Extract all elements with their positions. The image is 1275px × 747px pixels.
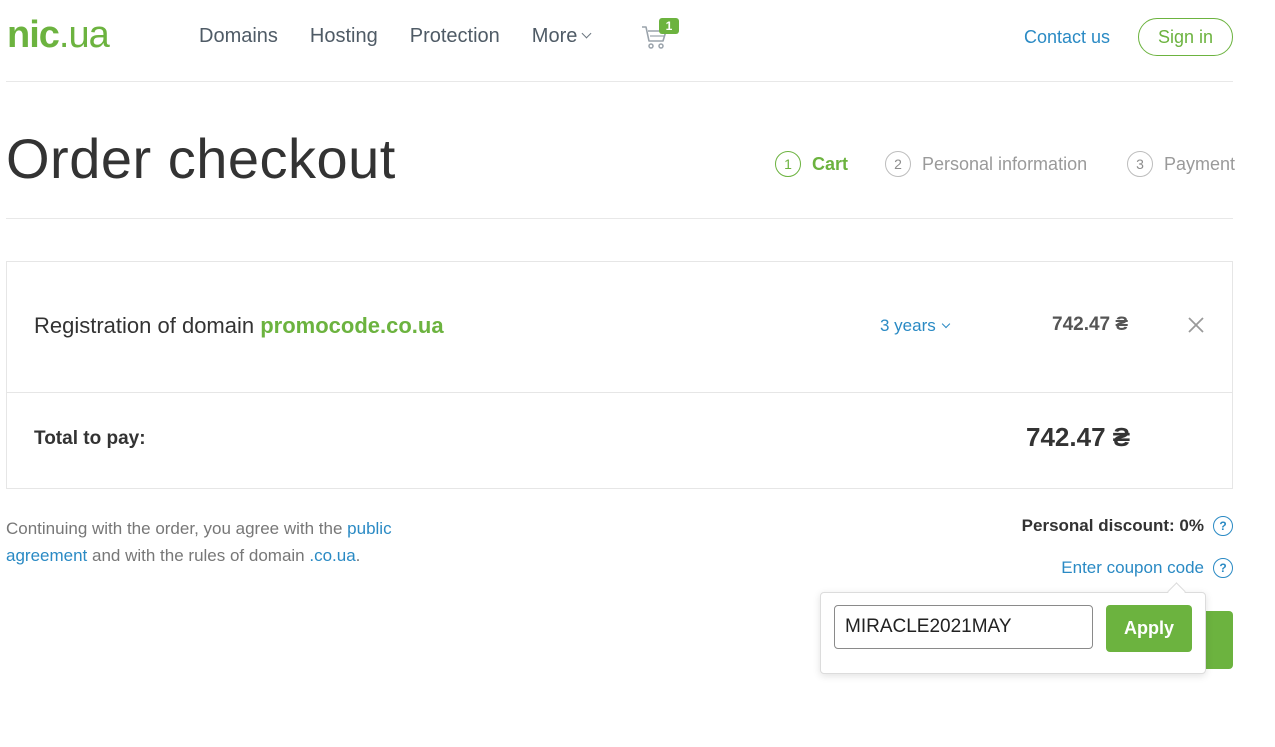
cart-count-badge: 1: [659, 18, 679, 34]
step-label: Cart: [812, 153, 849, 174]
nav-protection[interactable]: Protection: [410, 24, 500, 48]
site-header: nic.ua Domains Hosting Protection More 1…: [0, 0, 1275, 82]
contact-us-link[interactable]: Contact us: [1024, 26, 1110, 48]
nav-more[interactable]: More: [531, 24, 592, 48]
order-item-price: 742.47 ₴: [1052, 314, 1129, 335]
total-value: 742.47 ₴: [1026, 422, 1131, 452]
cart-button[interactable]: 1: [641, 18, 681, 52]
help-icon[interactable]: ?: [1213, 516, 1233, 536]
title-divider: [6, 218, 1233, 219]
personal-discount: Personal discount: 0% ?: [1022, 516, 1233, 536]
step-personal-information: 2 Personal information: [885, 151, 1087, 177]
coupon-link-label: Enter coupon code: [1061, 558, 1204, 577]
order-item-prefix: Registration of domain: [34, 313, 261, 338]
page-title: Order checkout: [6, 127, 396, 190]
chevron-down-icon: [941, 319, 950, 329]
order-item-description: Registration of domain promocode.co.ua: [34, 312, 444, 340]
order-table: Registration of domain promocode.co.ua 3…: [6, 261, 1233, 489]
agreement-text-part3: .: [355, 546, 361, 565]
nav-hosting[interactable]: Hosting: [310, 24, 378, 48]
chevron-down-icon: [581, 28, 592, 38]
logo-part2: .ua: [58, 14, 110, 56]
order-item-domain: promocode.co.ua: [260, 313, 444, 338]
agreement-text-part2: and with the rules of domain: [87, 546, 310, 565]
coupon-popover: Apply: [820, 582, 1206, 674]
step-number: 1: [775, 151, 801, 177]
sign-in-button[interactable]: Sign in: [1138, 18, 1233, 56]
domain-rules-link[interactable]: .co.ua: [309, 546, 355, 565]
period-label: 3 years: [880, 316, 936, 335]
agreement-text-part1: Continuing with the order, you agree wit…: [6, 519, 348, 538]
step-number: 2: [885, 151, 911, 177]
close-icon: [1188, 317, 1204, 333]
agreement-text: Continuing with the order, you agree wit…: [6, 515, 446, 569]
step-cart: 1 Cart: [775, 151, 848, 177]
step-payment: 3 Payment: [1127, 151, 1235, 177]
header-divider: [6, 81, 1233, 82]
coupon-input[interactable]: [834, 605, 1093, 649]
step-label: Personal information: [922, 153, 1088, 174]
popover-arrow: [1167, 582, 1186, 601]
total-label: Total to pay:: [34, 428, 146, 449]
step-label: Payment: [1164, 153, 1236, 174]
step-number: 3: [1127, 151, 1153, 177]
help-icon[interactable]: ?: [1213, 558, 1233, 578]
nav-more-label: More: [531, 25, 578, 47]
period-select[interactable]: 3 years: [880, 316, 950, 336]
logo-part1: nic: [7, 14, 60, 56]
main-nav: Domains Hosting Protection More: [199, 24, 622, 48]
row-divider: [7, 392, 1232, 393]
remove-item-button[interactable]: [1185, 314, 1207, 336]
personal-discount-label: Personal discount: 0%: [1021, 516, 1204, 535]
apply-coupon-button[interactable]: Apply: [1106, 605, 1192, 652]
enter-coupon-link[interactable]: Enter coupon code ?: [1061, 558, 1233, 578]
site-logo[interactable]: nic.ua: [7, 12, 110, 58]
nav-domains[interactable]: Domains: [199, 24, 278, 48]
